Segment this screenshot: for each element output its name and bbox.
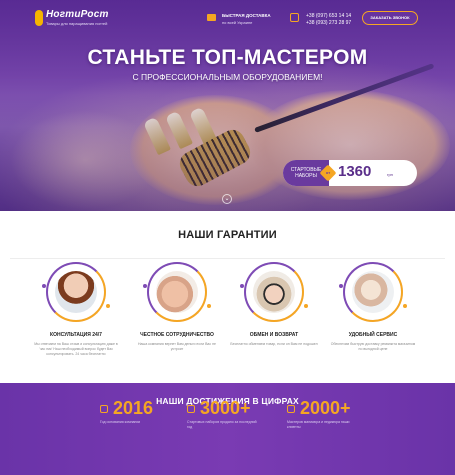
delivery-title: БЫСТРАЯ ДОСТАВКА (222, 13, 271, 18)
price-tag-icon: от (319, 164, 337, 182)
price-currency: грн (387, 172, 393, 177)
delivery-subtitle: по всей Украине (222, 20, 253, 25)
logo-name[interactable]: НогтиРост (46, 9, 109, 20)
stat-value: 3000+ (200, 398, 251, 418)
phone-number-2[interactable]: +38 (093) 273 28 97 (306, 20, 351, 26)
people-icon (287, 405, 295, 413)
header: НогтиРост Товары для наращивания ногтей … (0, 0, 455, 36)
guarantee-image-ring (244, 262, 304, 322)
logo-icon[interactable] (35, 10, 43, 26)
guarantee-title: КОНСУЛЬТАЦИЯ 24/7 (50, 332, 102, 338)
exchange-photo (253, 271, 295, 313)
guarantee-title: ЧЕСТНОЕ СОТРУДНИЧЕСТВО (140, 332, 214, 338)
stat-text: Мастеров маникюра и педикюра наши клиент… (287, 420, 350, 429)
phone-number-1[interactable]: +38 (097) 653 14 14 (306, 13, 351, 19)
stat-value: 2016 (113, 398, 154, 418)
hero-title: СТАНЬТЕ ТОП-МАСТЕРОМ (87, 46, 368, 69)
stat-text: Стартовых наборов продано за последний г… (187, 420, 257, 429)
guarantee-title: ОБМЕН И ВОЗВРАТ (249, 332, 299, 338)
logo-tagline: Товары для наращивания ногтей (46, 21, 108, 26)
guarantee-text: Наша компания вернет Вам деньги если Вас… (138, 342, 216, 351)
guarantee-text: Обеспечим быструю доставку реквизита маг… (330, 342, 416, 351)
call-request-button[interactable]: ЗАКАЗАТЬ ЗВОНОК (362, 11, 418, 25)
price-value: 1360 (338, 163, 372, 180)
service-photo (352, 271, 394, 313)
stat-value: 2000+ (300, 398, 351, 418)
guarantee-title: УДОБНЫЙ СЕРВИС (348, 332, 398, 338)
guarantee-image-ring (343, 262, 403, 322)
box-icon (187, 405, 195, 413)
stat-text: Год основания компании (100, 420, 141, 424)
chevron-down-icon[interactable]: ⌄ (222, 194, 232, 204)
guarantee-text: Мы отвечаем на Ваш отзыв и консультацию … (34, 342, 118, 356)
truck-icon (207, 14, 216, 21)
phone-icon (290, 13, 299, 22)
guarantees-title: НАШИ ГАРАНТИИ (178, 229, 277, 241)
guarantee-image-ring (46, 262, 106, 322)
divider (10, 258, 445, 259)
guarantee-image-ring (147, 262, 207, 322)
guarantee-text: Бесплатно обменяем товар, если он Вам не… (230, 342, 318, 346)
hero-subtitle: С ПРОФЕССИОНАЛЬНЫМ ОБОРУДОВАНИЕМ! (132, 72, 323, 82)
consultant-photo (55, 271, 97, 313)
calendar-icon (100, 405, 108, 413)
handshake-photo (156, 271, 198, 313)
